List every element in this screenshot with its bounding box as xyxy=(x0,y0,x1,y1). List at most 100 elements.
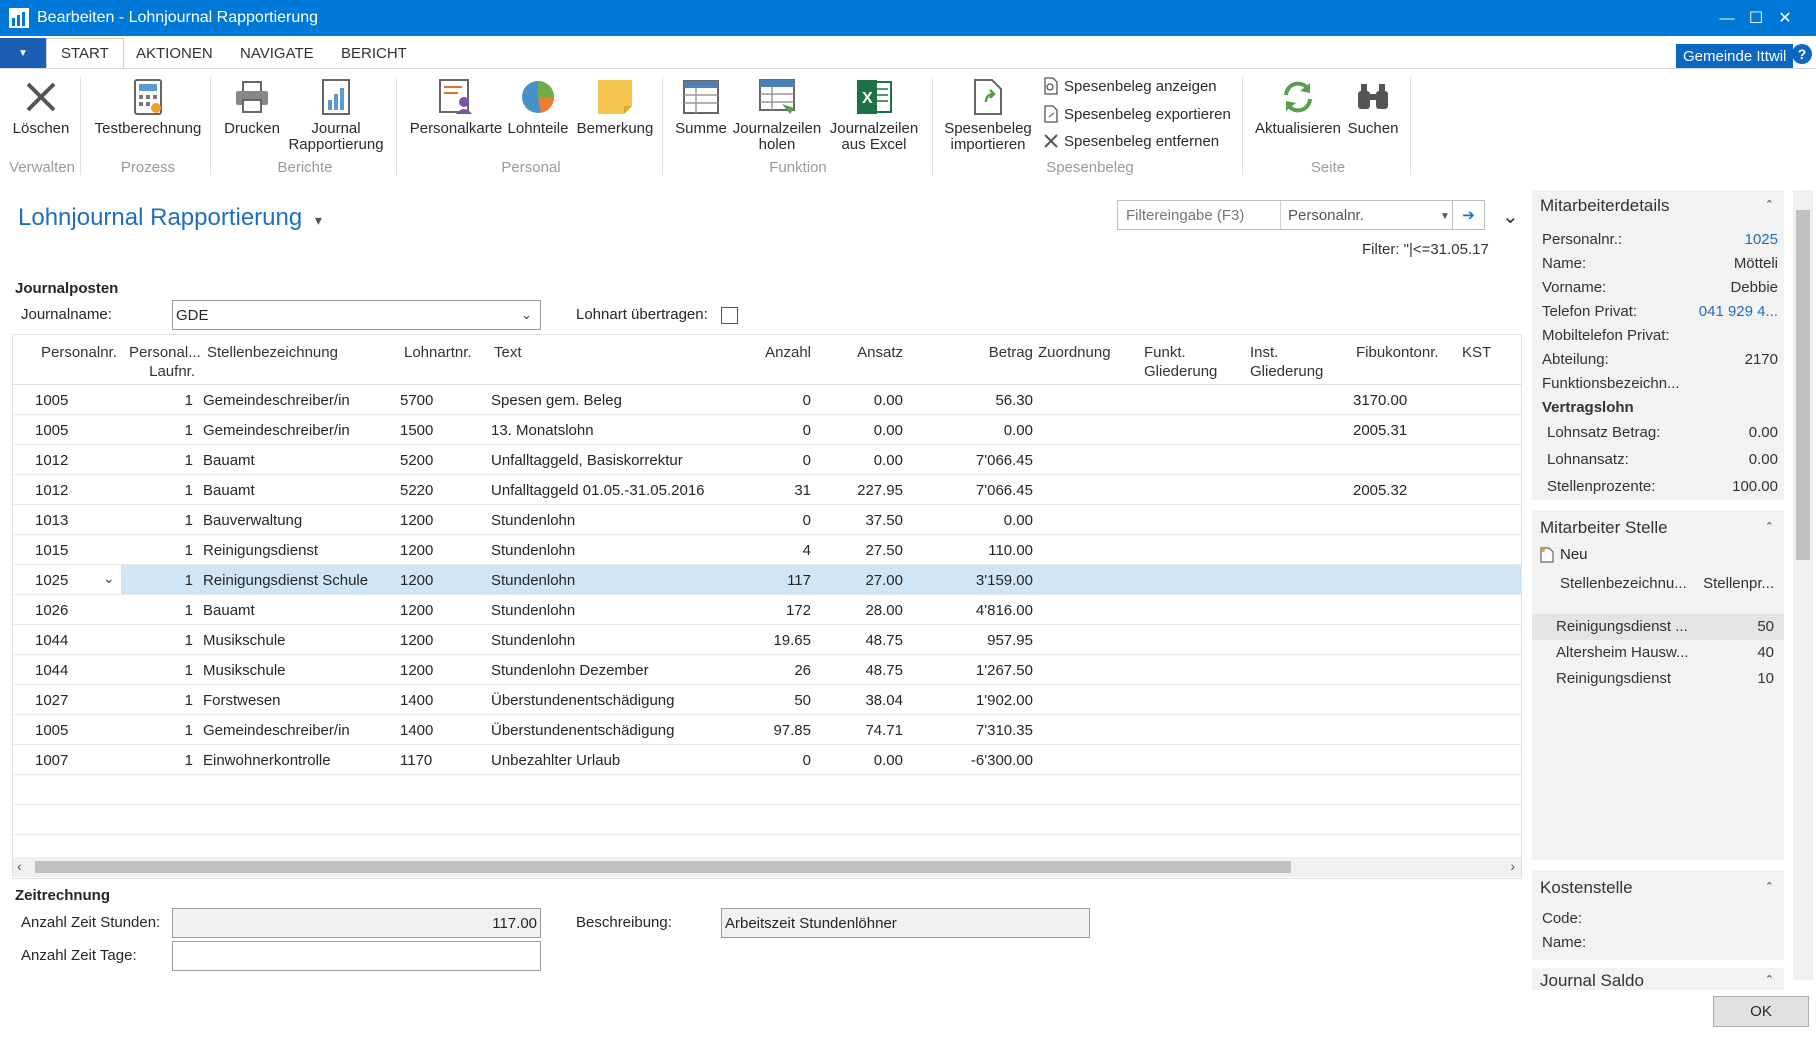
cell-lfn[interactable]: 1 xyxy=(133,662,193,679)
cell-lfn[interactable]: 1 xyxy=(133,632,193,649)
cell-pnr[interactable]: 1044 xyxy=(35,632,68,649)
col-lohnartnr[interactable]: Lohnartnr. xyxy=(404,343,472,362)
table-row[interactable]: 1012 1 Bauamt 5200 Unfalltaggeld, Basiskorre… xyxy=(13,445,1521,475)
cell-lfn[interactable]: 1 xyxy=(133,482,193,499)
table-row[interactable]: 1005 1 Gemeindeschreiber/in 5700 Spesen gem.… xyxy=(13,385,1521,415)
cell-stelle[interactable]: Bauamt xyxy=(203,482,255,499)
aktualisieren-button[interactable]: Aktualisieren xyxy=(1254,77,1342,137)
cell-lohnart[interactable]: 5220 xyxy=(400,482,433,499)
cell-stelle[interactable]: Reinigungsdienst xyxy=(203,542,318,559)
cell-pnr[interactable]: 1005 xyxy=(35,722,68,739)
cell-stelle[interactable]: Musikschule xyxy=(203,662,286,679)
spesenbeleg-importieren-button[interactable]: Spesenbeleg importieren xyxy=(940,77,1036,153)
factbox-vertical-scrollbar[interactable] xyxy=(1793,190,1813,980)
cell-lohnart[interactable]: 1200 xyxy=(400,542,433,559)
cell-pnr[interactable]: 1005 xyxy=(35,392,68,409)
help-icon[interactable]: ? xyxy=(1792,44,1812,64)
cell-ansatz[interactable]: 27.00 xyxy=(793,572,903,589)
cell-ansatz[interactable]: 48.75 xyxy=(793,662,903,679)
cell-pnr[interactable]: 1044 xyxy=(35,662,68,679)
filter-field-select[interactable]: Personalnr. xyxy=(1288,207,1364,224)
cell-text[interactable]: Unbezahlter Urlaub xyxy=(491,752,620,769)
table-row[interactable]: 1012 1 Bauamt 5220 Unfalltaggeld 01.05.-31.0… xyxy=(13,475,1521,505)
chevron-down-icon[interactable]: ⌄ xyxy=(103,570,115,587)
cell-ansatz[interactable]: 38.04 xyxy=(793,692,903,709)
neu-button[interactable]: Neu xyxy=(1540,546,1588,563)
cell-ansatz[interactable]: 0.00 xyxy=(793,452,903,469)
col-inst-gliederung[interactable]: Inst. Gliederung xyxy=(1250,343,1323,381)
cell-pnr[interactable]: 1007 xyxy=(35,752,68,769)
cell-lohnart[interactable]: 1200 xyxy=(400,512,433,529)
col-ansatz[interactable]: Ansatz xyxy=(793,343,903,362)
cell-lohnart[interactable]: 1200 xyxy=(400,602,433,619)
suchen-button[interactable]: Suchen xyxy=(1344,77,1402,137)
cell-pnr[interactable]: 1013 xyxy=(35,512,68,529)
col-stellenbezeichnung[interactable]: Stellenbezeichnu... xyxy=(1560,575,1687,592)
cell-lfn[interactable]: 1 xyxy=(133,452,193,469)
drucken-button[interactable]: Drucken xyxy=(220,77,284,137)
col-zuordnung[interactable]: Zuordnung xyxy=(1038,343,1111,362)
col-funkt-gliederung[interactable]: Funkt. Gliederung xyxy=(1144,343,1217,381)
cell-lohnart[interactable]: 1400 xyxy=(400,722,433,739)
cell-pnr[interactable]: 1026 xyxy=(35,602,68,619)
tab-start[interactable]: START xyxy=(46,38,124,68)
cell-text[interactable]: Unfalltaggeld 01.05.-31.05.2016 xyxy=(491,482,705,499)
col-betrag[interactable]: Betrag xyxy=(923,343,1033,362)
scroll-right-icon[interactable]: › xyxy=(1510,858,1515,874)
cell-stelle[interactable]: Musikschule xyxy=(203,632,286,649)
cell-pnr[interactable]: 1012 xyxy=(35,452,68,469)
cell-fibu[interactable]: 2005.32 xyxy=(1353,482,1407,499)
collapse-icon[interactable]: ⌃ xyxy=(1765,973,1774,986)
scroll-left-icon[interactable]: ‹ xyxy=(17,858,22,874)
collapse-icon[interactable]: ⌃ xyxy=(1765,198,1774,211)
scrollbar-thumb[interactable] xyxy=(35,861,1291,873)
cell-text[interactable]: Stundenlohn xyxy=(491,602,575,619)
col-stellenprozente[interactable]: Stellenpr... xyxy=(1703,575,1774,592)
table-row[interactable]: 1044 1 Musikschule 1200 Stundenlohn 19.65 48.7… xyxy=(13,625,1521,655)
cell-text[interactable]: Überstundenentschädigung xyxy=(491,692,674,709)
personalkarte-button[interactable]: Personalkarte xyxy=(408,77,504,137)
scrollbar-thumb[interactable] xyxy=(1796,210,1810,560)
col-personalnr[interactable]: Personalnr. xyxy=(41,343,117,362)
tab-bericht[interactable]: BERICHT xyxy=(327,38,421,68)
cell-stelle[interactable]: Gemeindeschreiber/in xyxy=(203,422,350,439)
list-item[interactable]: Reinigungsdienst ... 50 xyxy=(1532,614,1784,640)
table-row[interactable]: 1015 1 Reinigungsdienst 1200 Stundenlohn 4 27.… xyxy=(13,535,1521,565)
cell-ansatz[interactable]: 0.00 xyxy=(793,752,903,769)
cell-pnr[interactable]: 1027 xyxy=(35,692,68,709)
apply-filter-button[interactable]: ➔ xyxy=(1453,200,1485,230)
cell-betrag[interactable]: 1'902.00 xyxy=(923,692,1033,709)
journalname-select[interactable]: GDE ⌄ xyxy=(172,300,541,330)
cell-betrag[interactable]: -6'300.00 xyxy=(923,752,1033,769)
telefon-link[interactable]: 041 929 4... xyxy=(1699,303,1778,320)
list-item[interactable]: Altersheim Hausw... 40 xyxy=(1532,640,1784,666)
journalzeilen-excel-button[interactable]: X Journalzeilen aus Excel xyxy=(826,77,922,153)
close-button[interactable]: ✕ xyxy=(1756,0,1814,36)
table-row-empty[interactable] xyxy=(13,775,1521,805)
cell-lohnart[interactable]: 1200 xyxy=(400,572,433,589)
cell-lohnart[interactable]: 1400 xyxy=(400,692,433,709)
col-text[interactable]: Text xyxy=(494,343,522,362)
cell-text[interactable]: Stundenlohn xyxy=(491,512,575,529)
cell-stelle[interactable]: Gemeindeschreiber/in xyxy=(203,392,350,409)
cell-stelle[interactable]: Bauamt xyxy=(203,452,255,469)
col-laufnr[interactable]: Personal... Laufnr. xyxy=(129,343,201,381)
journal-rapportierung-button[interactable]: Journal Rapportierung xyxy=(284,77,388,153)
spesenbeleg-anzeigen-button[interactable]: Spesenbeleg anzeigen xyxy=(1042,77,1217,95)
cell-betrag[interactable]: 110.00 xyxy=(923,542,1033,559)
cell-lfn[interactable]: 1 xyxy=(133,422,193,439)
cell-lfn[interactable]: 1 xyxy=(133,602,193,619)
table-row[interactable]: 1013 1 Bauverwaltung 1200 Stundenlohn 0 37.50 0… xyxy=(13,505,1521,535)
summe-button[interactable]: Summe xyxy=(672,77,730,137)
cell-text[interactable]: Überstundenentschädigung xyxy=(491,722,674,739)
spesenbeleg-exportieren-button[interactable]: Spesenbeleg exportieren xyxy=(1042,105,1231,123)
cell-betrag[interactable]: 0.00 xyxy=(923,512,1033,529)
loeschen-button[interactable]: Löschen xyxy=(10,77,72,137)
cell-text[interactable]: Unfalltaggeld, Basiskorrektur xyxy=(491,452,683,469)
cell-fibu[interactable]: 2005.31 xyxy=(1353,422,1407,439)
cell-text[interactable]: 13. Monatslohn xyxy=(491,422,594,439)
cell-stelle[interactable]: Gemeindeschreiber/in xyxy=(203,722,350,739)
bemerkung-button[interactable]: Bemerkung xyxy=(575,77,655,137)
cell-betrag[interactable]: 4'816.00 xyxy=(923,602,1033,619)
collapse-filter-icon[interactable]: ⌄ xyxy=(1502,204,1519,229)
